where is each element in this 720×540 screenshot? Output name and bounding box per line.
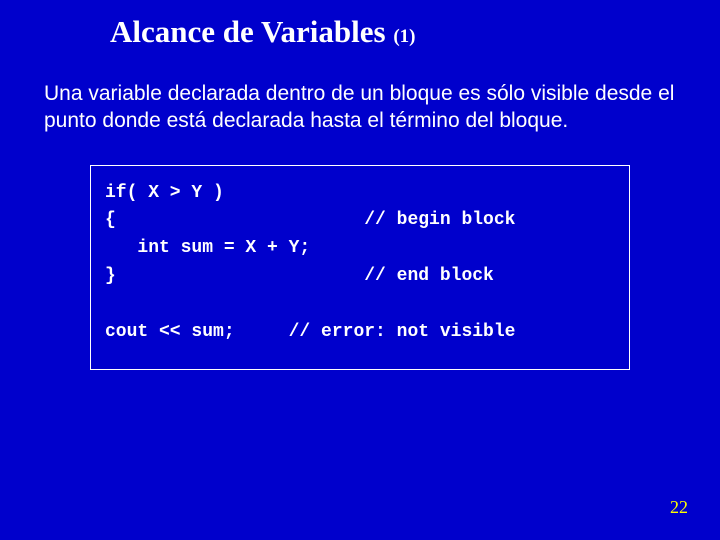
title-sub: (1) [393, 26, 415, 47]
title-main: Alcance de Variables [110, 14, 393, 49]
slide-title: Alcance de Variables (1) [110, 14, 680, 50]
body-paragraph: Una variable declarada dentro de un bloq… [44, 80, 680, 135]
code-block: if( X > Y ) { // begin block int sum = X… [90, 165, 630, 370]
slide: Alcance de Variables (1) Una variable de… [0, 0, 720, 540]
page-number: 22 [670, 497, 688, 518]
